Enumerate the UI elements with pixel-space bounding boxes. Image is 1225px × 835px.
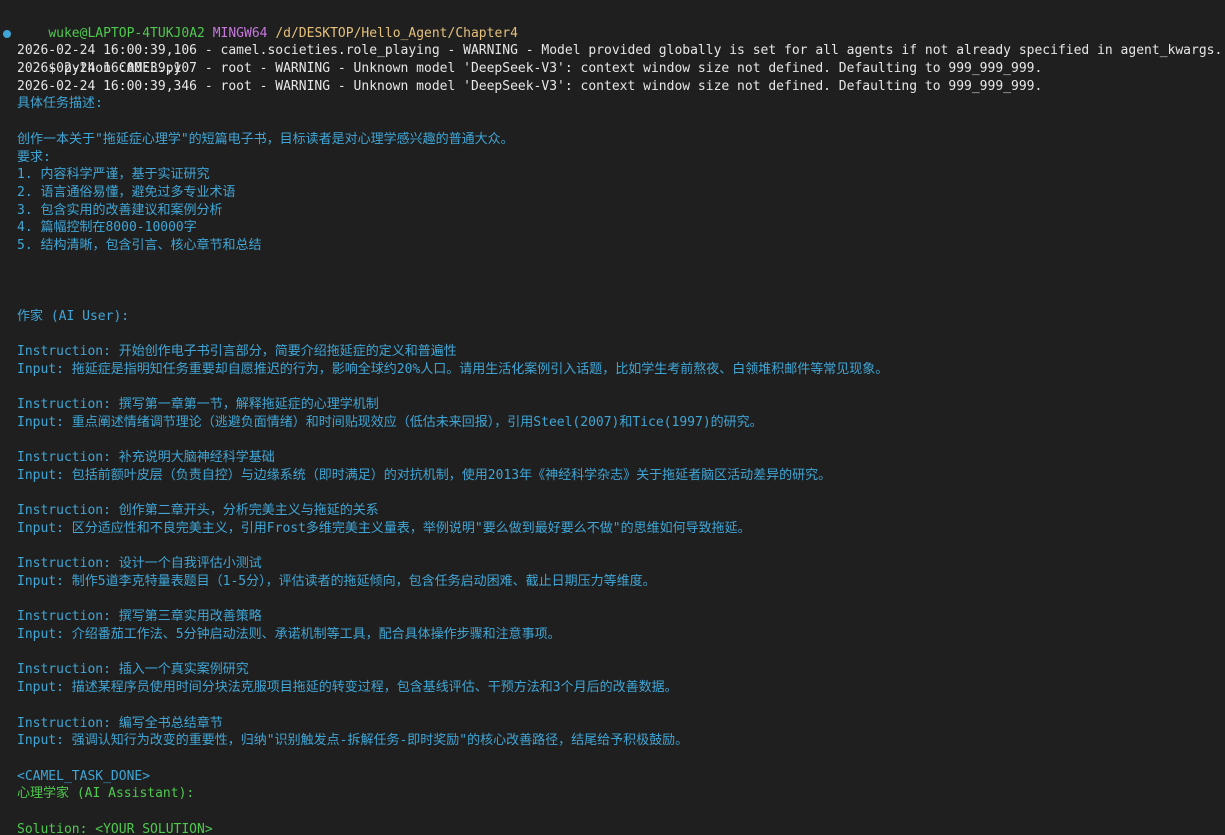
- prompt-line: wuke@LAPTOP-4TUKJ0A2 MINGW64 /d/DESKTOP/…: [0, 7, 1225, 41]
- instruction-line: Instruction: 开始创作电子书引言部分，简要介绍拖延症的定义和普遍性: [17, 344, 457, 360]
- task-description: 创作一本关于"拖延症心理学"的短篇电子书，目标读者是对心理学感兴趣的普通大众。: [17, 131, 514, 147]
- solution-line: Solution: <YOUR_SOLUTION>: [17, 821, 213, 835]
- log-line: 2026-02-24 16:00:39,107 - root - WARNING…: [17, 61, 1043, 77]
- requirement-item: 3. 包含实用的改善建议和案例分析: [17, 202, 223, 218]
- log-line: 2026-02-24 16:00:39,106 - camel.societie…: [17, 43, 1223, 59]
- command-marker-icon[interactable]: [3, 29, 11, 38]
- input-line: Input: 包括前额叶皮层（负责自控）与边缘系统（即时满足）的对抗机制，使用2…: [17, 467, 832, 483]
- instruction-line: Instruction: 编写全书总结章节: [17, 715, 223, 731]
- instruction-line: Instruction: 插入一个真实案例研究: [17, 662, 249, 678]
- requirements-label: 要求:: [17, 149, 51, 165]
- input-line: Input: 强调认知行为改变的重要性，归纳"识别触发点-拆解任务-即时奖励"的…: [17, 733, 689, 749]
- requirement-item: 2. 语言通俗易懂，避免过多专业术语: [17, 184, 236, 200]
- instruction-line: Instruction: 补充说明大脑神经科学基础: [17, 450, 275, 466]
- terminal-window[interactable]: wuke@LAPTOP-4TUKJ0A2 MINGW64 /d/DESKTOP/…: [0, 0, 1225, 835]
- requirement-item: 4. 篇幅控制在8000-10000字: [17, 220, 197, 236]
- input-line: Input: 描述某程序员使用时间分块法克服项目拖延的转变过程，包含基线评估、干…: [17, 680, 678, 696]
- task-header: 具体任务描述:: [17, 96, 103, 112]
- input-line: Input: 制作5道李克特量表题目（1-5分），评估读者的拖延倾向，包含任务启…: [17, 574, 656, 589]
- instruction-line: Instruction: 创作第二章开头，分析完美主义与拖延的关系: [17, 503, 379, 519]
- user-role-label: 作家 (AI User):: [17, 308, 130, 324]
- input-line: Input: 介绍番茄工作法、5分钟启动法则、承诺机制等工具，配合具体操作步骤和…: [17, 627, 561, 643]
- requirement-item: 5. 结构清晰，包含引言、核心章节和总结: [17, 237, 262, 253]
- assistant-role-label: 心理学家 (AI Assistant):: [17, 786, 195, 802]
- requirement-item: 1. 内容科学严谨，基于实证研究: [17, 167, 210, 183]
- input-line: Input: 拖延症是指明知任务重要却自愿推迟的行为，影响全球约20%人口。请用…: [17, 361, 889, 377]
- command-line: $ python CAMEL.py: [0, 25, 1225, 76]
- instruction-line: Instruction: 撰写第三章实用改善策略: [17, 609, 262, 625]
- log-line: 2026-02-24 16:00:39,346 - root - WARNING…: [17, 78, 1043, 94]
- task-done-marker: <CAMEL_TASK_DONE>: [17, 768, 151, 784]
- instruction-line: Instruction: 撰写第一章第一节，解释拖延症的心理学机制: [17, 397, 379, 413]
- input-line: Input: 区分适应性和不良完美主义，引用Frost多维完美主义量表，举例说明…: [17, 520, 751, 536]
- input-line: Input: 重点阐述情绪调节理论（逃避负面情绪）和时间贴现效应（低估未来回报）…: [17, 414, 763, 430]
- instruction-line: Instruction: 设计一个自我评估小测试: [17, 556, 262, 572]
